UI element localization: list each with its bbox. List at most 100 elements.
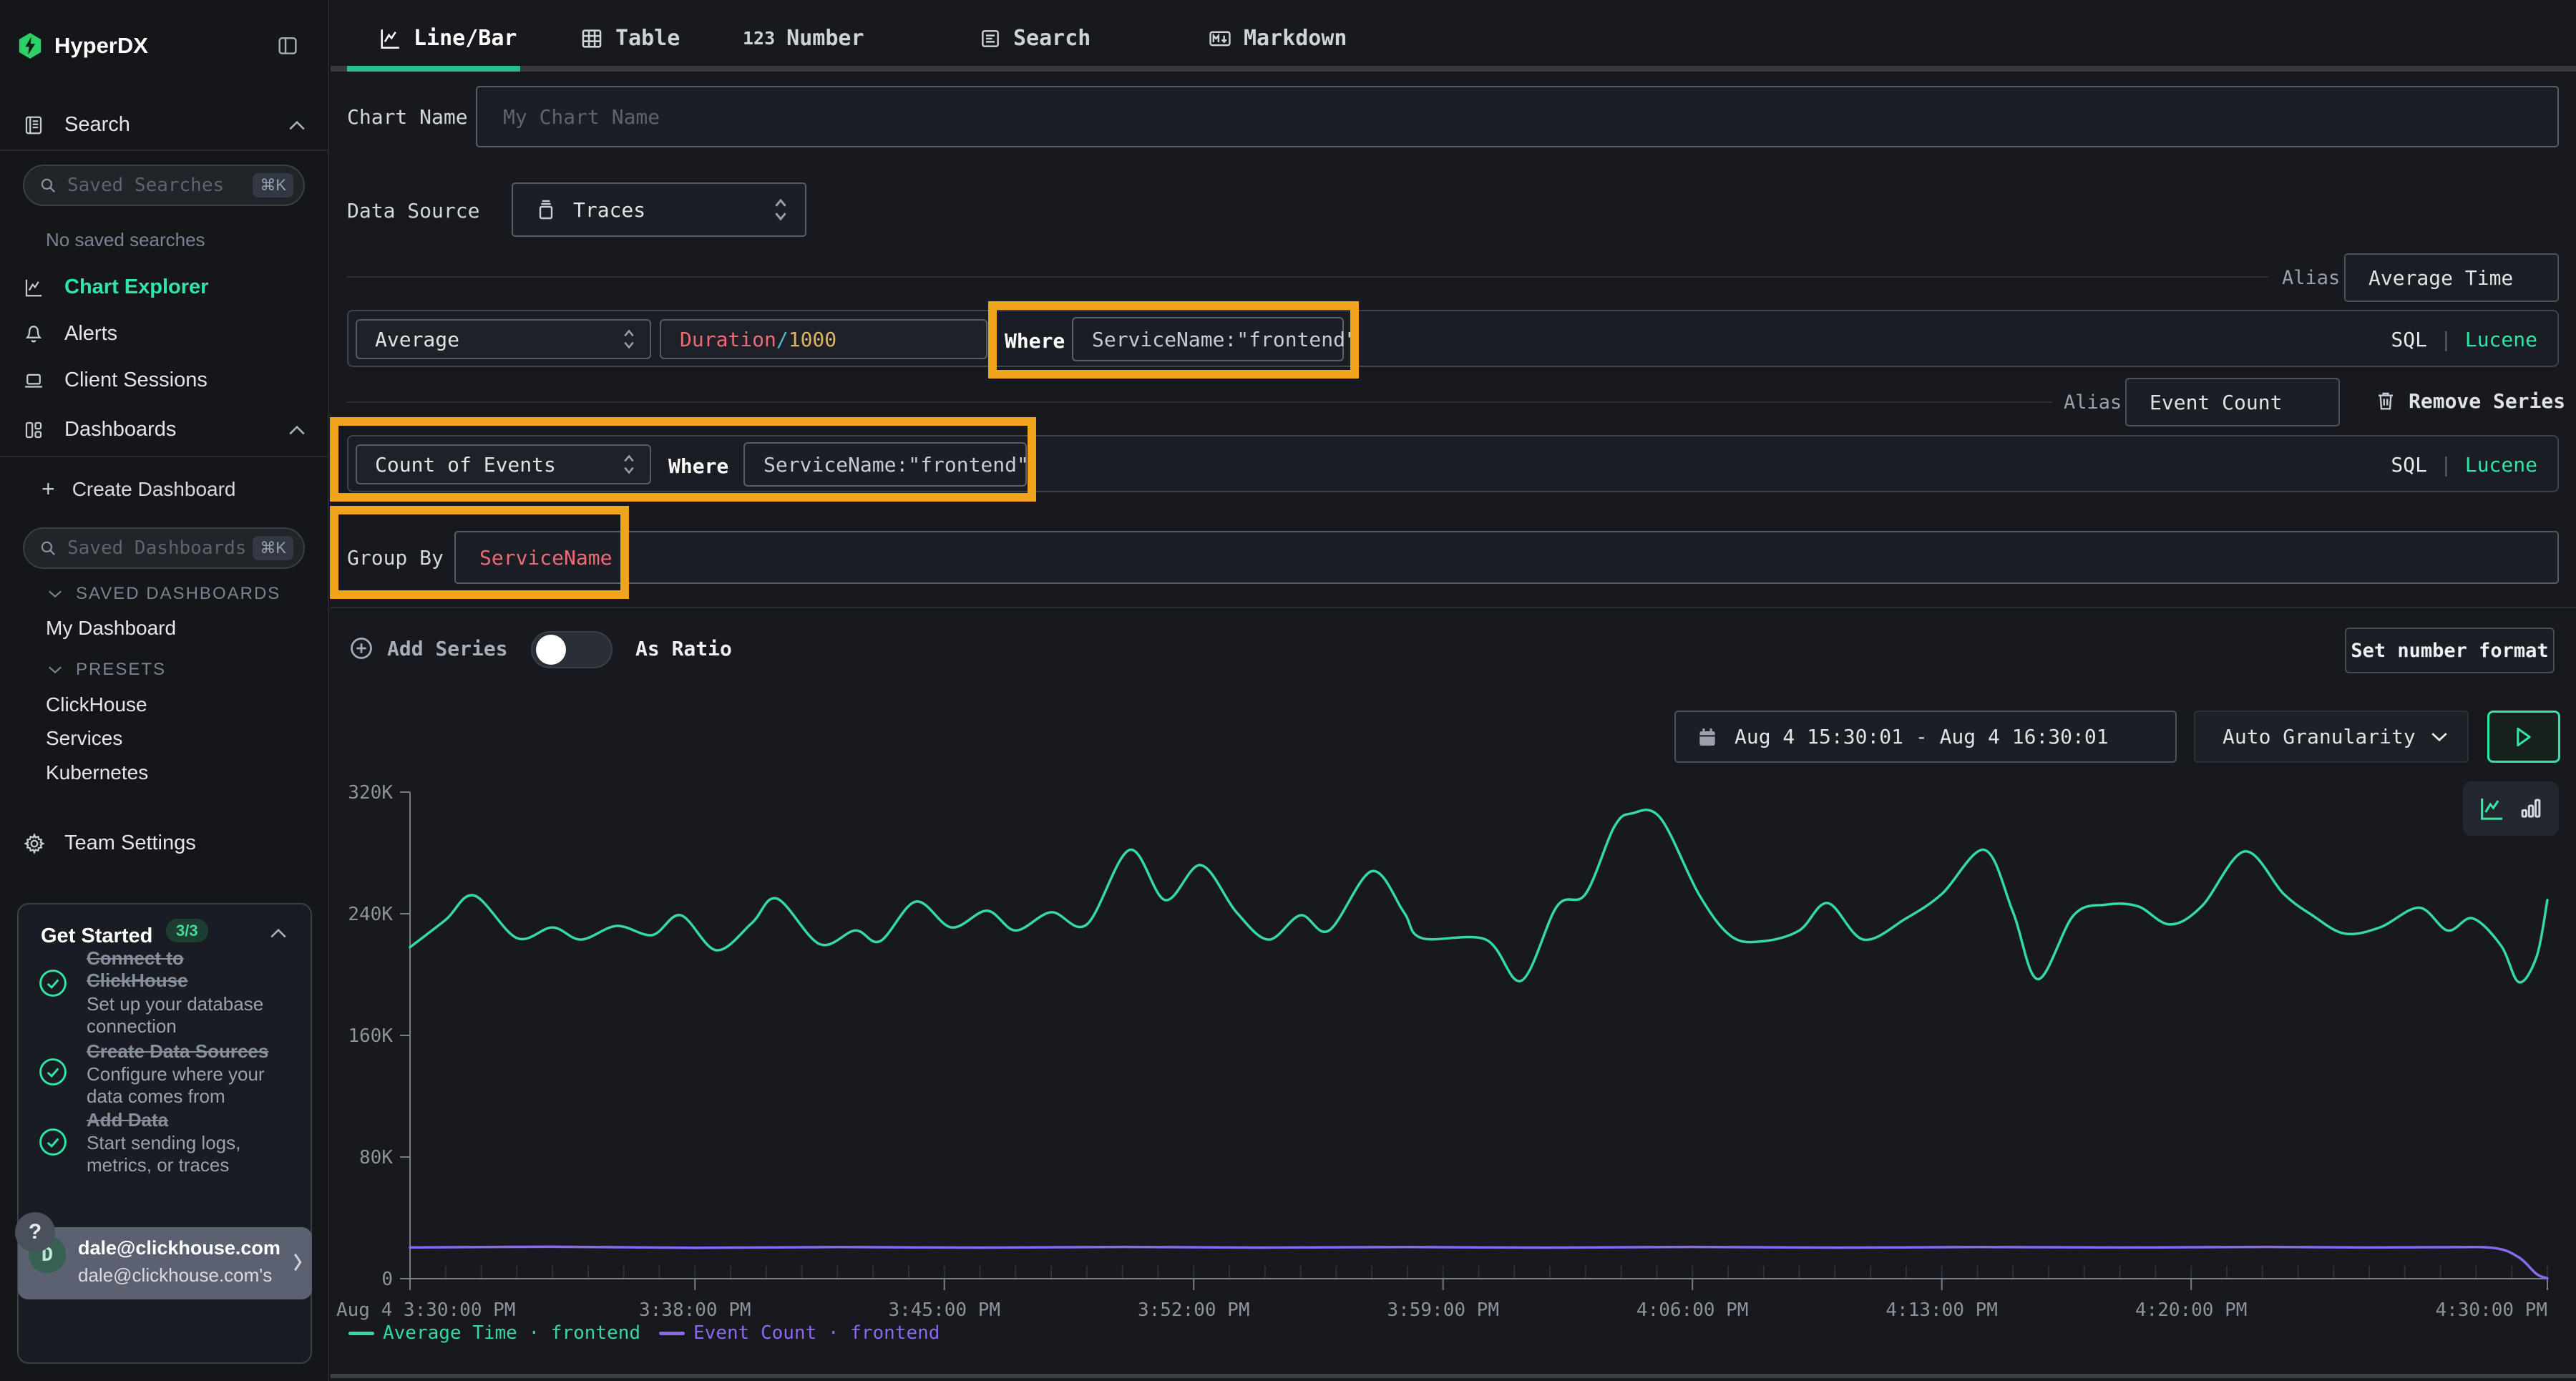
svg-text:4:20:00 PM: 4:20:00 PM [2135,1299,2248,1321]
svg-text:0: 0 [381,1269,393,1290]
tab-line-bar[interactable]: Line/Bar [378,26,517,51]
series1-language-switch[interactable]: SQL | Lucene [2391,328,2537,351]
sidebar-item-clickhouse[interactable]: ClickHouse [46,693,147,716]
user-account-card[interactable]: D dale@clickhouse.com dale@clickhouse.co… [18,1227,312,1299]
sidebar-item-kubernetes[interactable]: Kubernetes [46,761,148,784]
brand-title: HyperDX [54,33,148,59]
data-source-icon [535,197,557,222]
sidebar-item-label: Client Sessions [64,369,208,392]
sidebar: HyperDX Search Saved Searches ⌘K No save… [0,0,329,1381]
series1-aggregation-select[interactable]: Average [356,319,651,359]
chart-explorer-icon [23,276,44,299]
group-by-input[interactable]: ServiceName [454,531,2559,584]
saved-searches-input[interactable]: Saved Searches ⌘K [23,165,305,206]
presets-header[interactable]: PRESETS [47,660,166,680]
sidebar-item-my-dashboard[interactable]: My Dashboard [46,617,176,640]
list-box-icon [979,27,1002,50]
hyperdx-logo-icon [18,33,42,59]
series1-alias-input[interactable]: Average Time [2344,253,2559,302]
chart-name-placeholder: My Chart Name [503,105,660,129]
tab-markdown[interactable]: Markdown [1208,26,1347,51]
timeseries-chart[interactable]: 080K160K240K320KAug 4 3:30:00 PM3:38:00 … [329,744,2576,1381]
saved-dashboards-placeholder: Saved Dashboards [67,537,253,559]
toggle-knob [536,635,566,665]
laptop-icon [23,369,44,392]
get-started-step-desc: Configure where your data comes from [87,1063,294,1108]
sidebar-item-dashboards[interactable]: Dashboards [23,418,306,441]
svg-text:3:38:00 PM: 3:38:00 PM [639,1299,751,1321]
divider [0,456,329,457]
divider [347,276,2268,278]
search-icon [39,176,57,195]
remove-series-label: Remove Series [2409,389,2565,413]
legend-swatch [348,1332,374,1335]
get-started-progress-badge: 3/3 [166,919,208,942]
gear-icon [23,832,46,855]
svg-text:3:52:00 PM: 3:52:00 PM [1138,1299,1250,1321]
horizontal-scrollbar[interactable] [331,1374,2576,1378]
svg-text:3:59:00 PM: 3:59:00 PM [1387,1299,1499,1321]
chart-name-input[interactable]: My Chart Name [476,86,2559,147]
data-source-select[interactable]: Traces [512,182,806,237]
line-chart-icon [378,26,402,51]
sidebar-item-label: Team Settings [64,831,196,855]
annotation-box-where-1 [988,301,1359,379]
create-dashboard-button[interactable]: + Create Dashboard [42,476,236,502]
journal-icon [23,114,44,137]
as-ratio-toggle[interactable] [531,631,613,668]
legend-item-event-count[interactable]: Event Count · frontend [659,1322,940,1344]
chevron-down-icon [47,589,63,599]
saved-dashboards-header[interactable]: SAVED DASHBOARDS [47,584,280,604]
markdown-icon [1208,26,1232,51]
help-button[interactable]: ? [15,1212,55,1252]
sidebar-section-search[interactable]: Search [23,113,306,137]
tabbar-underline [331,66,2576,72]
divider [0,150,329,151]
divider [331,607,2576,608]
search-icon [39,539,57,557]
sidebar-item-label: Search [64,113,288,137]
sidebar-item-team-settings[interactable]: Team Settings [23,831,306,855]
as-ratio-label: As Ratio [635,637,732,660]
plus-circle-icon [348,635,374,661]
svg-text:4:30:00 PM: 4:30:00 PM [2435,1299,2547,1321]
alias-label: Alias [2282,267,2340,289]
add-series-label: Add Series [387,637,508,660]
tab-table[interactable]: Table [580,26,680,51]
series2-alias-input[interactable]: Event Count [2125,378,2340,426]
hyperdx-chart-explorer: HyperDX Search Saved Searches ⌘K No save… [0,0,2576,1381]
check-circle-icon [37,967,69,1002]
get-started-step-title: Connect to ClickHouse [87,947,287,992]
series1-field-input[interactable]: Duration/1000 [660,319,987,359]
bell-icon [23,323,44,346]
sidebar-item-services[interactable]: Services [46,727,122,750]
data-source-value: Traces [573,198,774,222]
saved-dashboards-input[interactable]: Saved Dashboards ⌘K [23,527,305,569]
data-source-label: Data Source [347,199,479,223]
tab-search[interactable]: Search [979,26,1091,51]
get-started-step-title: Create Data Sources [87,1040,301,1063]
collapse-sidebar-icon[interactable] [276,34,299,60]
svg-text:240K: 240K [348,904,393,925]
svg-text:Aug 4 3:30:00 PM: Aug 4 3:30:00 PM [336,1299,515,1321]
get-started-step-desc: Set up your database connection [87,993,287,1038]
sidebar-item-alerts[interactable]: Alerts [23,322,306,346]
add-series-button[interactable]: Add Series [348,635,508,661]
alias-label: Alias [2064,391,2122,414]
sidebar-item-client-sessions[interactable]: Client Sessions [23,369,306,392]
legend-item-average-time[interactable]: Average Time · frontend [348,1322,640,1344]
trash-icon [2374,388,2397,414]
series2-language-switch[interactable]: SQL | Lucene [2391,453,2537,477]
chevron-up-icon [288,424,306,436]
tab-number[interactable]: 123 Number [743,26,864,51]
check-circle-icon [37,1126,69,1161]
svg-text:320K: 320K [348,782,393,804]
set-number-format-button[interactable]: Set number format [2345,628,2555,673]
cmd-k-shortcut: ⌘K [253,173,293,197]
select-chevrons-icon [774,197,788,222]
chevron-up-icon[interactable] [269,927,288,942]
sidebar-item-chart-explorer[interactable]: Chart Explorer [23,275,306,299]
chevron-down-icon [47,665,63,675]
divider [347,401,2052,403]
remove-series-button[interactable]: Remove Series [2374,388,2565,414]
